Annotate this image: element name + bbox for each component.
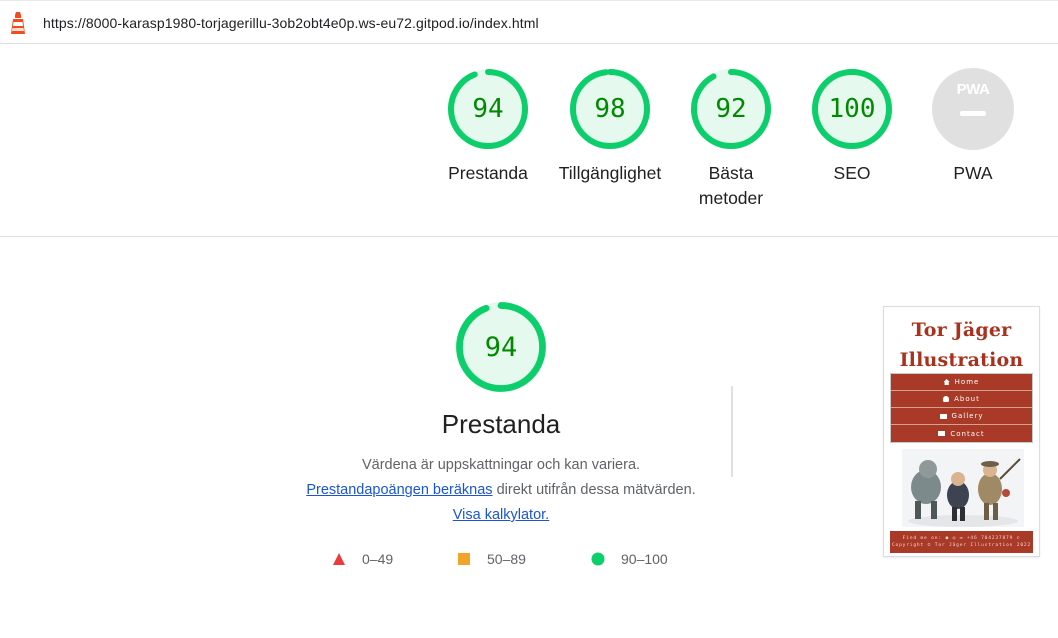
legend-pass: 90–100 xyxy=(591,550,668,568)
nav-label: Gallery xyxy=(951,412,984,420)
description-text: Värdena är uppskattningar och kan varier… xyxy=(361,457,641,473)
pwa-logo: PWA xyxy=(956,81,990,98)
nav-label: Contact xyxy=(950,429,985,438)
legend-range: 50–89 xyxy=(487,551,526,567)
circle-icon xyxy=(591,552,605,566)
user-icon xyxy=(943,396,950,402)
site-nav-contact: Contact xyxy=(891,425,1032,442)
gauge-label: PWA xyxy=(953,163,993,183)
home-icon xyxy=(943,379,950,385)
gauge-score: 92 xyxy=(715,94,747,124)
url-bar: https://8000-karasp1980-torjagerillu-3ob… xyxy=(0,0,1058,44)
gauge-label: Bästa metoder xyxy=(698,163,764,208)
page-screenshot-thumbnail[interactable]: Tor Jäger Illustration Home About Galler… xyxy=(883,306,1040,557)
calculator-link[interactable]: Visa kalkylator. xyxy=(453,507,549,523)
category-description: Värdena är uppskattningar och kan varier… xyxy=(300,453,702,528)
legend-average: 50–89 xyxy=(457,550,526,568)
site-title-line: Illustration xyxy=(899,349,1024,371)
pwa-dash-icon xyxy=(960,111,986,116)
legend-range: 90–100 xyxy=(621,551,668,567)
site-footer: Find me on: ● ◎ ✉ +46 704237879 ✆ Copyri… xyxy=(890,531,1033,553)
legend-range: 0–49 xyxy=(362,551,394,567)
gauge-score: 100 xyxy=(828,94,876,124)
gauge-score: 94 xyxy=(472,94,504,124)
square-icon xyxy=(458,553,470,565)
gauge-score: 98 xyxy=(594,94,626,124)
site-nav-about: About xyxy=(891,391,1032,408)
site-nav: Home About Gallery Contact xyxy=(890,373,1033,443)
category-title: Prestanda xyxy=(441,409,561,439)
legend-fail: 0–49 xyxy=(332,550,393,568)
gauge-label: Tillgänglighet xyxy=(558,163,662,183)
main-score: 94 xyxy=(484,332,518,363)
score-calculation-link[interactable]: Prestandapoängen beräknas xyxy=(306,482,492,498)
site-nav-gallery: Gallery xyxy=(891,408,1032,425)
nav-label: About xyxy=(954,395,980,403)
footer-contact: Find me on: ● ◎ ✉ +46 704237879 ✆ xyxy=(902,536,1021,541)
url-text[interactable]: https://8000-karasp1980-torjagerillu-3ob… xyxy=(43,15,539,31)
footer-copyright: Copyright © Tor Jäger Illustration 2022 xyxy=(891,543,1032,548)
mail-icon xyxy=(938,431,946,436)
description-text: direkt utifrån dessa mätvärden. xyxy=(492,482,696,498)
pwa-badge-icon: PWA xyxy=(932,68,1014,150)
section-divider xyxy=(0,236,1058,237)
triangle-icon xyxy=(333,553,345,565)
image-icon xyxy=(939,413,947,419)
site-title-line: Tor Jäger xyxy=(911,319,1012,341)
illustration-image xyxy=(902,449,1024,527)
site-title: Tor Jäger Illustration xyxy=(884,315,1039,375)
gauge-label: SEO xyxy=(833,163,871,183)
vertical-divider xyxy=(731,386,733,477)
lighthouse-icon xyxy=(11,12,25,34)
nav-label: Home xyxy=(954,378,980,386)
gauge-label: Prestanda xyxy=(448,163,528,183)
site-nav-home: Home xyxy=(891,374,1032,391)
